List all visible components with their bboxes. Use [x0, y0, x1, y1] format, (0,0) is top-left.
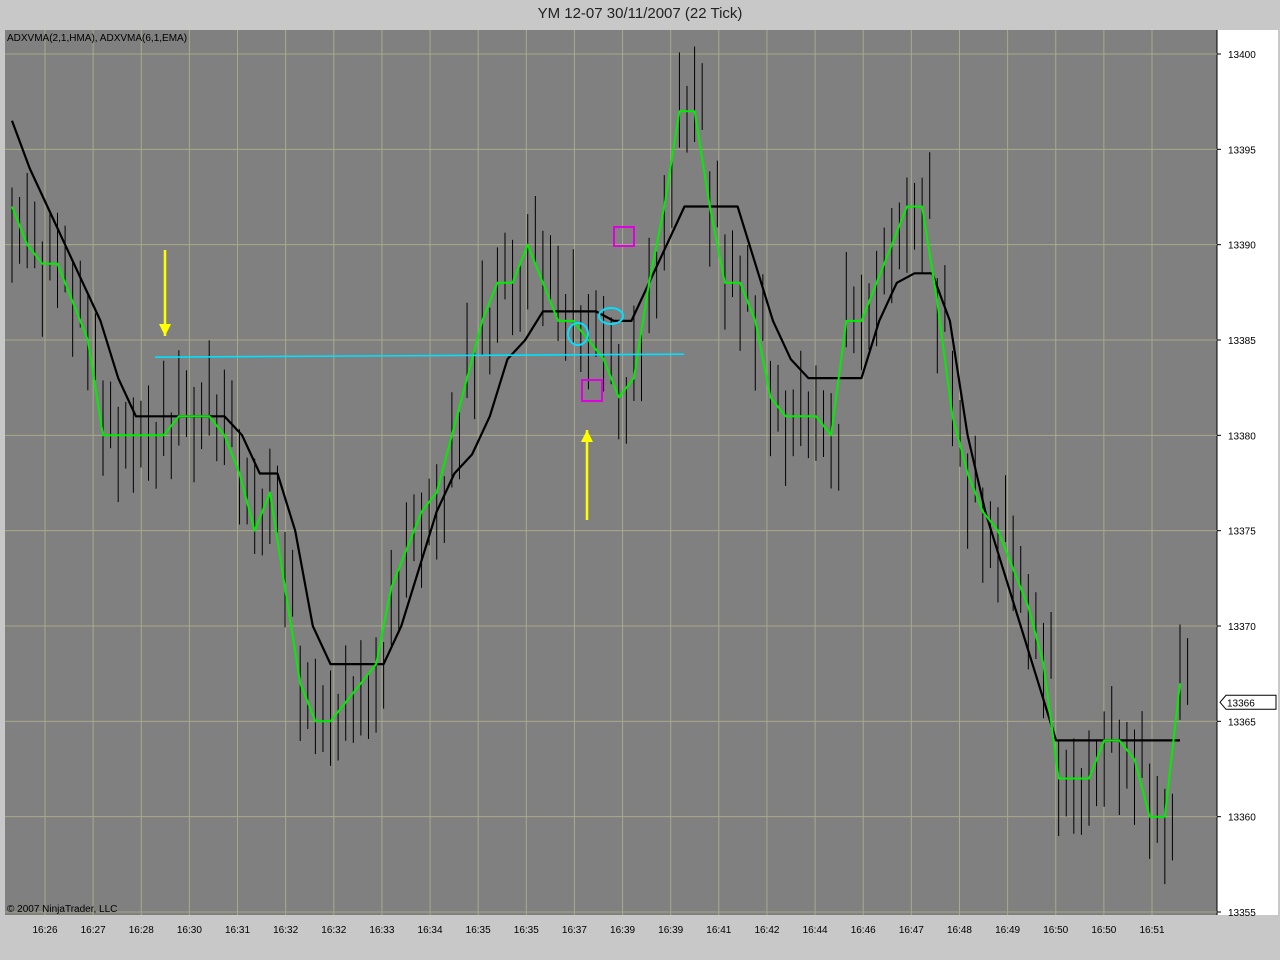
price-axis[interactable] — [1217, 30, 1278, 915]
x-tick-label: 16:34 — [418, 925, 443, 936]
y-tick-label: 13375 — [1228, 527, 1256, 538]
x-tick-label: 16:27 — [81, 925, 106, 936]
last-price-label: 13366 — [1227, 698, 1255, 709]
y-tick-label: 13400 — [1228, 50, 1256, 61]
copyright-text: © 2007 NinjaTrader, LLC — [7, 904, 118, 915]
y-tick-label: 13385 — [1228, 336, 1256, 347]
x-tick-label: 16:50 — [1043, 925, 1068, 936]
x-tick-label: 16:51 — [1139, 925, 1164, 936]
x-tick-label: 16:39 — [610, 925, 635, 936]
x-tick-label: 16:50 — [1091, 925, 1116, 936]
x-tick-label: 16:46 — [851, 925, 876, 936]
y-tick-label: 13370 — [1228, 622, 1256, 633]
y-tick-label: 13395 — [1228, 145, 1256, 156]
x-tick-label: 16:35 — [466, 925, 491, 936]
x-tick-label: 16:42 — [754, 925, 779, 936]
x-tick-label: 16:35 — [514, 925, 539, 936]
price-chart[interactable]: 13355 13360 13365 13370 13375 13380 13385 13390… — [0, 0, 1280, 960]
x-tick-label: 16:33 — [369, 925, 394, 936]
x-tick-label: 16:39 — [658, 925, 683, 936]
x-tick-label: 16:32 — [321, 925, 346, 936]
y-tick-label: 13355 — [1228, 908, 1256, 919]
x-tick-label: 16:31 — [225, 925, 250, 936]
indicator-label: ADXVMA(2,1,HMA), ADXVMA(6,1,EMA) — [7, 33, 188, 44]
y-tick-label: 13390 — [1228, 241, 1256, 252]
x-tick-label: 16:49 — [995, 925, 1020, 936]
x-tick-label: 16:37 — [562, 925, 587, 936]
y-tick-label: 13365 — [1228, 717, 1256, 728]
x-tick-label: 16:32 — [273, 925, 298, 936]
x-tick-label: 16:44 — [803, 925, 828, 936]
x-tick-label: 16:47 — [899, 925, 924, 936]
x-tick-label: 16:28 — [129, 925, 154, 936]
x-tick-label: 16:26 — [32, 925, 57, 936]
x-tick-label: 16:48 — [947, 925, 972, 936]
chart-window: YM 12-07 30/11/2007 (22 Tick) 13355 13360… — [0, 0, 1280, 960]
x-tick-label: 16:30 — [177, 925, 202, 936]
y-tick-label: 13380 — [1228, 431, 1256, 442]
plot-area[interactable] — [5, 30, 1217, 915]
y-tick-label: 13360 — [1228, 813, 1256, 824]
x-tick-label: 16:41 — [706, 925, 731, 936]
